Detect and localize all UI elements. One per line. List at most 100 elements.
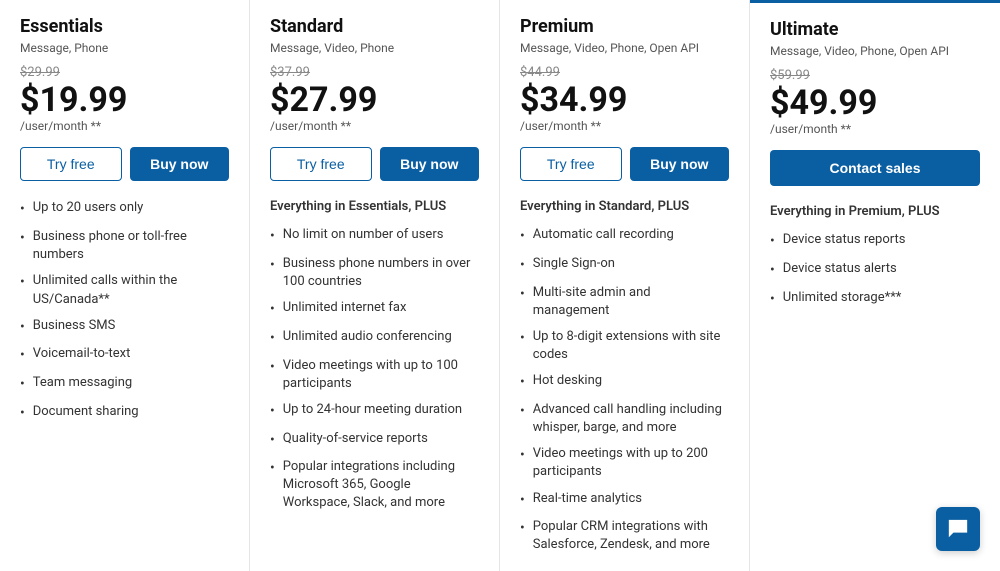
bullet-icon: •: [270, 358, 275, 378]
list-item: •Quality-of-service reports: [270, 430, 479, 451]
list-item: • Document sharing: [20, 403, 229, 424]
bullet-icon: •: [520, 373, 525, 393]
plan-name-standard: Standard: [270, 16, 479, 37]
plan-name-ultimate: Ultimate: [770, 19, 980, 40]
feature-text: Document sharing: [33, 403, 139, 421]
buy-now-button-standard[interactable]: Buy now: [380, 147, 480, 181]
list-item: • Video meetings with up to 100 participa…: [270, 357, 479, 393]
contact-sales-button-ultimate[interactable]: Contact sales: [770, 150, 980, 186]
list-item: • Real-time analytics: [520, 490, 729, 511]
list-item: •Voicemail-to-text: [20, 345, 229, 366]
bullet-icon: •: [770, 261, 775, 281]
list-item: •Up to 20 users only: [20, 199, 229, 220]
feature-text: Advanced call handling including whisper…: [533, 401, 729, 437]
section-label-premium: Everything in Standard, PLUS: [520, 199, 729, 214]
feature-text: Team messaging: [33, 374, 132, 392]
feature-text: Video meetings with up to 100 participan…: [283, 357, 479, 393]
plan-col-standard: StandardMessage, Video, Phone$37.99$27.9…: [250, 0, 500, 571]
feature-text: No limit on number of users: [283, 226, 444, 244]
original-price-essentials: $29.99: [20, 65, 229, 80]
list-item: • Device status reports: [770, 231, 980, 252]
bullet-icon: •: [520, 446, 525, 466]
bullet-icon: •: [20, 229, 25, 249]
bullet-icon: •: [520, 491, 525, 511]
section-label-ultimate: Everything in Premium, PLUS: [770, 204, 980, 219]
bullet-icon: •: [270, 256, 275, 276]
plan-tagline-ultimate: Message, Video, Phone, Open API: [770, 44, 980, 58]
list-item: •Advanced call handling including whispe…: [520, 401, 729, 437]
feature-list-premium: •Automatic call recording•Single Sign-on…: [520, 226, 729, 554]
bullet-icon: •: [20, 318, 25, 338]
list-item: • Device status alerts: [770, 260, 980, 281]
current-price-standard: $27.99: [270, 82, 479, 119]
list-item: • Unlimited audio conferencing: [270, 328, 479, 349]
list-item: • Business phone or toll-free numbers: [20, 228, 229, 264]
current-price-essentials: $19.99: [20, 82, 229, 119]
feature-text: Business phone or toll-free numbers: [33, 228, 229, 264]
plan-tagline-essentials: Message, Phone: [20, 41, 229, 55]
feature-text: Unlimited storage***: [783, 289, 902, 307]
list-item: • Business SMS: [20, 317, 229, 338]
current-price-ultimate: $49.99: [770, 85, 980, 122]
feature-text: Automatic call recording: [533, 226, 674, 244]
feature-text: Business SMS: [33, 317, 116, 335]
plan-name-essentials: Essentials: [20, 16, 229, 37]
feature-text: Unlimited calls within the US/Canada**: [33, 272, 229, 308]
feature-text: Device status reports: [783, 231, 906, 249]
feature-text: Real-time analytics: [533, 490, 642, 508]
bullet-icon: •: [270, 300, 275, 320]
feature-text: Up to 24-hour meeting duration: [283, 401, 462, 419]
feature-text: Device status alerts: [783, 260, 897, 278]
list-item: • Unlimited calls within the US/Canada**: [20, 272, 229, 308]
buy-now-button-premium[interactable]: Buy now: [630, 147, 730, 181]
try-free-button-premium[interactable]: Try free: [520, 147, 622, 181]
feature-list-ultimate: • Device status reports • Device status ale…: [770, 231, 980, 309]
feature-text: Unlimited internet fax: [283, 299, 407, 317]
feature-text: Multi-site admin and management: [533, 284, 729, 320]
buy-now-button-essentials[interactable]: Buy now: [130, 147, 230, 181]
feature-text: Unlimited audio conferencing: [283, 328, 452, 346]
list-item: • Unlimited internet fax: [270, 299, 479, 320]
plan-name-premium: Premium: [520, 16, 729, 37]
list-item: •Up to 8-digit extensions with site code…: [520, 328, 729, 364]
list-item: •Popular CRM integrations with Salesforc…: [520, 518, 729, 554]
feature-text: Video meetings with up to 200 participan…: [533, 445, 729, 481]
try-free-button-standard[interactable]: Try free: [270, 147, 372, 181]
bullet-icon: •: [20, 273, 25, 293]
list-item: •Automatic call recording: [520, 226, 729, 247]
list-item: • Up to 24-hour meeting duration: [270, 401, 479, 422]
feature-list-essentials: •Up to 20 users only•Business phone or t…: [20, 199, 229, 423]
feature-text: Business phone numbers in over 100 count…: [283, 255, 479, 291]
bullet-icon: •: [270, 329, 275, 349]
chat-button[interactable]: [936, 507, 980, 551]
bullet-icon: •: [20, 375, 25, 395]
pricing-grid: Essentials Message, Phone $29.99 $19.99/use…: [0, 0, 1000, 571]
feature-text: Popular CRM integrations with Salesforce…: [533, 518, 729, 554]
list-item: • Business phone numbers in over 100 coun…: [270, 255, 479, 291]
feature-text: Up to 8-digit extensions with site codes: [533, 328, 729, 364]
section-label-standard: Everything in Essentials, PLUS: [270, 199, 479, 214]
list-item: •Hot desking: [520, 372, 729, 393]
bullet-icon: •: [270, 402, 275, 422]
price-note-standard: /user/month **: [270, 119, 479, 133]
button-row-essentials: Try freeBuy now: [20, 147, 229, 181]
try-free-button-essentials[interactable]: Try free: [20, 147, 122, 181]
bullet-icon: •: [770, 232, 775, 252]
feature-text: Up to 20 users only: [33, 199, 144, 217]
feature-text: Popular integrations including Microsoft…: [283, 458, 479, 513]
bullet-icon: •: [270, 227, 275, 247]
feature-text: Single Sign-on: [533, 255, 615, 273]
original-price-premium: $44.99: [520, 65, 729, 80]
list-item: •Unlimited storage***: [770, 289, 980, 310]
list-item: • Multi-site admin and management: [520, 284, 729, 320]
feature-list-standard: • No limit on number of users • Business ph…: [270, 226, 479, 512]
list-item: • Team messaging: [20, 374, 229, 395]
bullet-icon: •: [520, 285, 525, 305]
price-note-ultimate: /user/month **: [770, 122, 980, 136]
feature-text: Quality-of-service reports: [283, 430, 428, 448]
list-item: •Popular integrations including Microsof…: [270, 458, 479, 513]
bullet-icon: •: [20, 404, 25, 424]
plan-col-essentials: EssentialsMessage, Phone$29.99$19.99/use…: [0, 0, 250, 571]
price-note-premium: /user/month **: [520, 119, 729, 133]
plan-tagline-standard: Message, Video, Phone: [270, 41, 479, 55]
